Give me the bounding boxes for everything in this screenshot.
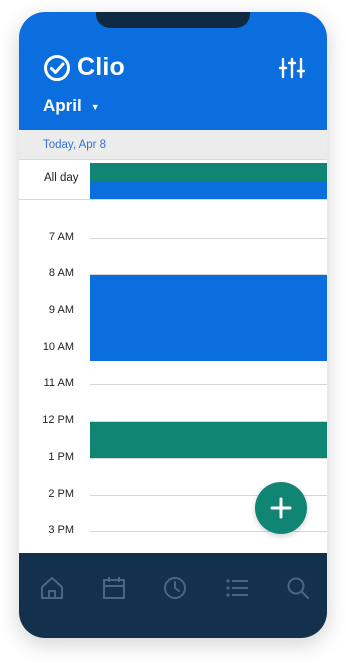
bottom-nav: [19, 553, 327, 638]
search-icon[interactable]: [285, 575, 311, 601]
list-icon[interactable]: [224, 575, 250, 601]
plus-icon: [270, 497, 292, 519]
phone-notch: [96, 12, 250, 28]
caret-down-icon: ▼: [90, 102, 100, 112]
today-label[interactable]: Today, Apr 8: [43, 139, 106, 151]
hour-label: 8 AM: [48, 267, 74, 279]
allday-event-green[interactable]: [90, 163, 327, 181]
month-selector[interactable]: April ▼: [43, 96, 100, 116]
month-label: April: [43, 96, 82, 115]
today-bar: Today, Apr 8: [19, 130, 327, 160]
event-green[interactable]: [90, 422, 327, 458]
hour-label: 9 AM: [48, 304, 74, 316]
hour-label: 10 AM: [42, 341, 74, 353]
hour-label: 12 PM: [42, 414, 74, 426]
hour-label: 7 AM: [48, 231, 74, 243]
app-logo: Clio: [43, 53, 125, 82]
app-name: Clio: [77, 53, 126, 81]
hour-line: [90, 238, 327, 239]
home-icon[interactable]: [39, 575, 65, 601]
hour-label: 1 PM: [48, 451, 74, 463]
check-circle-icon: [44, 54, 70, 81]
event-blue[interactable]: [90, 275, 327, 361]
allday-event-blue[interactable]: [90, 181, 327, 199]
clock-icon[interactable]: [162, 575, 188, 601]
phone-frame: Clio April ▼ Today, Apr 8 All day 7 AM 8…: [19, 12, 327, 638]
allday-row: All day: [19, 160, 327, 200]
add-event-button[interactable]: [255, 482, 307, 534]
hour-label: 3 PM: [48, 524, 74, 536]
sliders-icon[interactable]: [279, 57, 305, 79]
hour-label: 2 PM: [48, 488, 74, 500]
hour-line: [90, 458, 327, 459]
allday-label: All day: [44, 172, 79, 184]
app-header: Clio April ▼: [19, 12, 327, 130]
hour-line: [90, 384, 327, 385]
hour-label: 11 AM: [43, 377, 74, 389]
calendar-icon[interactable]: [101, 575, 127, 601]
